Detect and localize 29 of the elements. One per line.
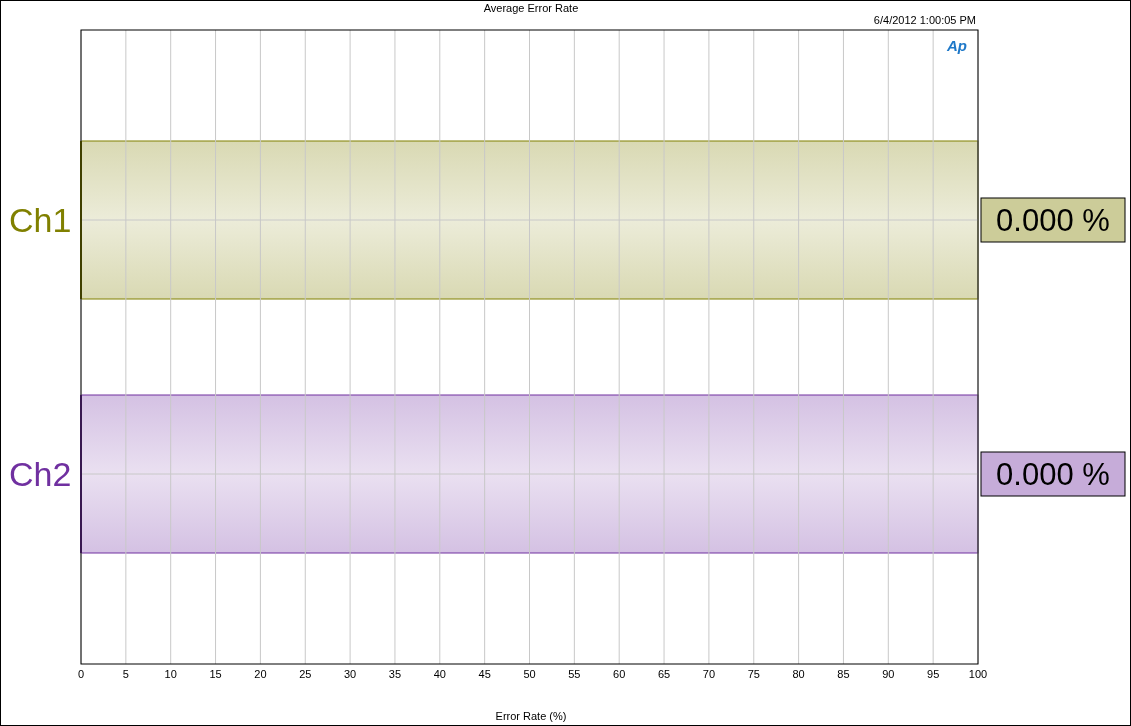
x-tick-label: 40 — [433, 668, 446, 680]
chart-title: Average Error Rate — [483, 2, 579, 14]
x-tick-label: 45 — [478, 668, 491, 680]
x-tick-label: 90 — [882, 668, 895, 680]
x-tick-label: 55 — [568, 668, 581, 680]
x-tick-label: 60 — [613, 668, 626, 680]
x-tick-label: 35 — [388, 668, 402, 680]
x-axis-title: Error Rate (%) — [495, 710, 567, 722]
reading-display: 0.000 % — [980, 451, 1126, 497]
x-tick-label: 25 — [299, 668, 312, 680]
x-tick-label: 5 — [122, 668, 129, 680]
x-tick-label: 65 — [657, 668, 671, 680]
x-tick-label: 30 — [343, 668, 357, 680]
x-tick-label: 20 — [254, 668, 267, 680]
x-tick-label: 0 — [77, 668, 85, 680]
x-tick-label: 100 — [968, 668, 988, 680]
x-tick-label: 75 — [747, 668, 760, 680]
channel-label: Ch2 — [9, 455, 72, 493]
x-tick-label: 85 — [837, 668, 850, 680]
reading-display: 0.000 % — [980, 197, 1126, 243]
x-tick-label: 10 — [164, 668, 177, 680]
logo: Ap — [947, 37, 967, 54]
x-tick-label: 80 — [792, 668, 805, 680]
channel-label: Ch1 — [9, 201, 72, 239]
x-tick-label: 15 — [209, 668, 222, 680]
x-tick-label: 70 — [702, 668, 716, 680]
x-tick-label: 50 — [523, 668, 536, 680]
timestamp: 6/4/2012 1:00:05 PM — [873, 14, 976, 26]
x-tick-label: 95 — [927, 668, 940, 680]
